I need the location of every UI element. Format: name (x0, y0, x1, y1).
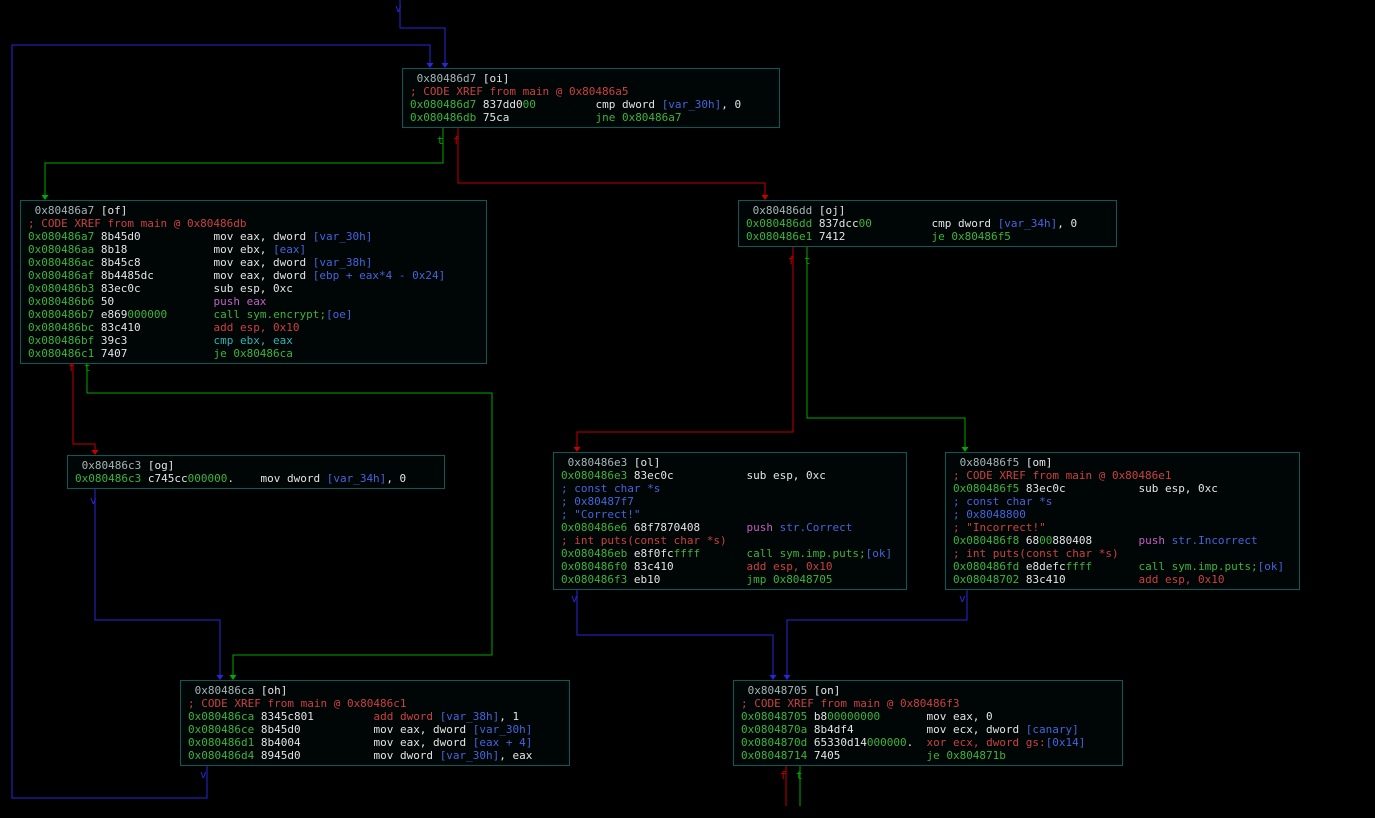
branch-label-t: t (84, 361, 91, 374)
edge-of-to-og (72, 364, 96, 450)
branch-label-t: t (804, 254, 811, 267)
branch-label-t: t (437, 134, 444, 147)
disasm-text: 0x80486e3 [ol] 0x080486e3 83ec0c sub esp… (561, 456, 893, 586)
branch-label-f: f (788, 254, 795, 267)
edge-oj-to-ol (576, 247, 794, 447)
basic-block-0x80486d7-oi[interactable]: 0x80486d7 [oi] ; CODE XREF from main @ 0… (402, 68, 780, 128)
edge-oi-to-oj (457, 128, 766, 195)
basic-block-0x80486c3-og[interactable]: 0x80486c3 [og] 0x080486c3 c745cc000000. … (67, 455, 445, 489)
edge-entry-to-oi (399, 0, 446, 63)
disasm-text: 0x80486d7 [oi] ; CODE XREF from main @ 0… (410, 72, 742, 124)
flow-arrow-glyph: v (959, 592, 966, 605)
edge-oj-to-om (806, 247, 966, 447)
flow-arrow-glyph: v (571, 592, 578, 605)
graph-canvas[interactable]: 0x80486d7 [oi] ; CODE XREF from main @ 0… (0, 0, 1375, 818)
disasm-text: 0x80486ca [oh] ; CODE XREF from main @ 0… (188, 684, 533, 762)
flow-arrow-glyph: v (200, 768, 207, 781)
edge-oi-to-of (44, 128, 444, 195)
edge-ol-to-on (576, 590, 774, 675)
branch-label-f: f (453, 134, 460, 147)
disasm-text: 0x80486a7 [of] ; CODE XREF from main @ 0… (28, 204, 446, 360)
disasm-text: 0x8048705 [on] ; CODE XREF from main @ 0… (741, 684, 1086, 762)
basic-block-0x80486a7-of[interactable]: 0x80486a7 [of] ; CODE XREF from main @ 0… (20, 200, 487, 364)
flow-arrow-glyph: v (90, 494, 97, 507)
basic-block-0x80486dd-oj[interactable]: 0x80486dd [oj] 0x080486dd 837dcc00 cmp d… (738, 200, 1117, 247)
flow-arrow-glyph: v (395, 2, 402, 15)
disasm-text: 0x80486f5 [om] ; CODE XREF from main @ 0… (953, 456, 1285, 586)
branch-label-f: f (780, 769, 787, 782)
branch-label-f: f (68, 361, 75, 374)
basic-block-0x80486e3-ol[interactable]: 0x80486e3 [ol] 0x080486e3 83ec0c sub esp… (553, 452, 907, 590)
disasm-text: 0x80486c3 [og] 0x080486c3 c745cc000000. … (75, 459, 407, 485)
basic-block-0x8048705-on[interactable]: 0x8048705 [on] ; CODE XREF from main @ 0… (733, 680, 1123, 766)
basic-block-0x80486ca-oh[interactable]: 0x80486ca [oh] ; CODE XREF from main @ 0… (180, 680, 570, 766)
basic-block-0x80486f5-om[interactable]: 0x80486f5 [om] ; CODE XREF from main @ 0… (945, 452, 1300, 590)
edge-of-to-oh (86, 364, 493, 675)
edge-om-to-on (786, 590, 968, 675)
disasm-text: 0x80486dd [oj] 0x080486dd 837dcc00 cmp d… (746, 204, 1078, 243)
branch-label-t: t (796, 769, 803, 782)
edge-og-to-oh (94, 489, 221, 675)
